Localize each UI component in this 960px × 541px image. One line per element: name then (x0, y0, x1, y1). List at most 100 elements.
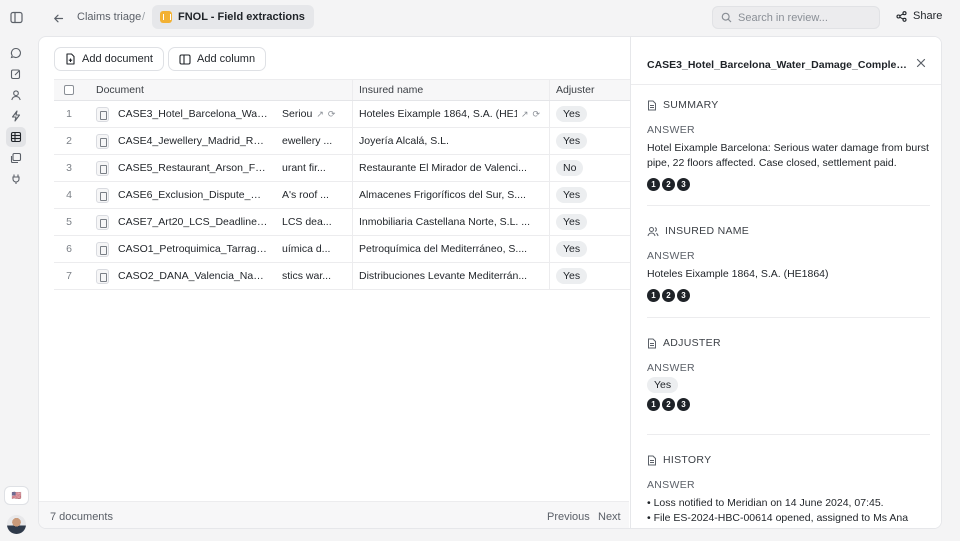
users-icon (647, 226, 659, 236)
row-number: 4 (66, 189, 72, 201)
row-number: 5 (66, 216, 72, 228)
summary-fragment: ewellery ... (282, 135, 333, 147)
sidebar-toggle-icon[interactable] (6, 7, 26, 27)
search-icon (721, 12, 732, 23)
chat-icon[interactable] (6, 43, 26, 63)
document-icon (96, 133, 109, 149)
summary-fragment: LCS dea... (282, 216, 332, 228)
plug-icon[interactable] (6, 169, 26, 189)
citations: 1 2 3 (647, 289, 930, 302)
table-row[interactable]: 3 CASE5_Restaurant_Arson_Fra... urant fi… (54, 155, 630, 182)
review-panel: Add document Add column Document Insured… (38, 36, 942, 529)
citation-2[interactable]: 2 (662, 289, 675, 302)
close-icon[interactable] (916, 58, 926, 71)
select-all-checkbox[interactable] (54, 80, 84, 100)
refresh-icon: ⟳ (327, 108, 336, 119)
adjuster-cell[interactable]: Yes (556, 263, 630, 289)
insured-name-cell[interactable]: Restaurante El Mirador de Valenci... (359, 155, 549, 181)
adjuster-cell[interactable]: Yes (556, 128, 630, 154)
document-name: CASE7_Art20_LCS_Deadline_Tr... (118, 216, 268, 228)
workflow-icon[interactable] (6, 106, 26, 126)
insured-name-cell[interactable]: Almacenes Frigoríficos del Sur, S.... (359, 182, 549, 208)
column-header-adjuster[interactable]: Adjuster (556, 80, 630, 100)
adjuster-cell[interactable]: Yes (556, 209, 630, 235)
adjuster-value: Yes (556, 214, 588, 230)
avatar[interactable] (7, 515, 26, 534)
summary-fragment: Seriou ↗ ⟳ (282, 108, 336, 120)
share-button[interactable]: Share (896, 10, 942, 22)
add-column-button[interactable]: Add column (168, 47, 267, 71)
language-flag-icon[interactable]: 🇺🇸 (4, 486, 29, 505)
summary-fragment: urant fir... (282, 162, 326, 174)
table-row[interactable]: 5 CASE7_Art20_LCS_Deadline_Tr... LCS dea… (54, 209, 630, 236)
history-section: HISTORY ANSWER • Loss notified to Meridi… (647, 454, 930, 528)
search-input[interactable] (738, 11, 868, 24)
edit-icon[interactable] (6, 64, 26, 84)
previous-page-button[interactable]: Previous (547, 511, 590, 523)
insured-name-cell[interactable]: Joyería Alcalá, S.L. (359, 128, 549, 154)
document-icon (648, 100, 656, 110)
insured-name-cell[interactable]: Distribuciones Levante Mediterrán... (359, 263, 549, 289)
adjuster-value: Yes (556, 241, 588, 257)
citation-1[interactable]: 1 (647, 178, 660, 191)
table-row[interactable]: 4 CASE6_Exclusion_Dispute_Gra... A's roo… (54, 182, 630, 209)
table-row[interactable]: 1 CASE3_Hotel_Barcelona_Wate... Seriou ↗ ⟳… (54, 101, 630, 128)
adjuster-section: ADJUSTER ANSWER Yes 1 2 3 (647, 337, 930, 411)
citation-1[interactable]: 1 (647, 398, 660, 411)
user-icon[interactable] (6, 85, 26, 105)
document-name: CASE3_Hotel_Barcelona_Wate... (118, 108, 268, 120)
summary-section: SUMMARY ANSWER Hotel Eixample Barcelona:… (647, 99, 930, 191)
document-icon (96, 106, 109, 122)
answer-label: ANSWER (647, 479, 695, 491)
document-name: CASE6_Exclusion_Dispute_Gra... (118, 189, 268, 201)
adjuster-cell[interactable]: No (556, 155, 630, 181)
history-heading: HISTORY (663, 454, 712, 466)
column-header-insured-name[interactable]: Insured name (359, 80, 549, 100)
detail-panel-title: CASE3_Hotel_Barcelona_Water_Damage_Compl… (647, 59, 909, 71)
answer-label: ANSWER (647, 362, 695, 374)
insured-name-cell[interactable]: Petroquímica del Mediterráneo, S.... (359, 236, 549, 262)
summary-fragment: A's roof ... (282, 189, 329, 201)
open-link-icon: ↗ (316, 108, 324, 119)
citation-2[interactable]: 2 (662, 178, 675, 191)
column-header-document[interactable]: Document (96, 80, 336, 100)
summary-heading: SUMMARY (663, 99, 719, 111)
table-icon[interactable] (6, 127, 26, 147)
document-icon (96, 268, 109, 284)
next-page-button[interactable]: Next (598, 511, 621, 523)
back-arrow-icon[interactable] (49, 9, 67, 27)
row-number: 3 (66, 162, 72, 174)
breadcrumb-current[interactable]: FNOL - Field extractions (152, 5, 314, 29)
citation-2[interactable]: 2 (662, 398, 675, 411)
summary-fragment: uímica d... (282, 243, 331, 255)
search-box[interactable] (712, 6, 880, 29)
breadcrumb-current-label: FNOL - Field extractions (178, 11, 305, 23)
share-label: Share (913, 10, 943, 22)
row-number: 6 (66, 243, 72, 255)
add-document-button[interactable]: Add document (54, 47, 164, 71)
citation-3[interactable]: 3 (677, 178, 690, 191)
table-row[interactable]: 7 CASO2_DANA_Valencia_Nave_... stics war… (54, 263, 630, 290)
adjuster-cell[interactable]: Yes (556, 236, 630, 262)
table-row[interactable]: 2 CASE4_Jewellery_Madrid_Rob... ewellery… (54, 128, 630, 155)
adjuster-value: Yes (556, 133, 588, 149)
citation-3[interactable]: 3 (677, 398, 690, 411)
adjuster-cell[interactable]: Yes (556, 182, 630, 208)
summary-answer: Hotel Eixample Barcelona: Serious water … (647, 142, 929, 169)
left-rail: 🇺🇸 (0, 0, 33, 541)
citation-1[interactable]: 1 (647, 289, 660, 302)
adjuster-cell[interactable]: Yes (556, 101, 630, 127)
share-icon (896, 10, 907, 22)
insured-name-cell[interactable]: Hoteles Eixample 1864, S.A. (HE1 ↗ ⟳ (359, 101, 549, 127)
library-icon[interactable] (6, 148, 26, 168)
document-icon (648, 338, 656, 348)
row-number: 1 (66, 108, 72, 120)
history-line-1: • Loss notified to Meridian on 14 June 2… (647, 497, 884, 509)
open-link-icon: ↗ (521, 108, 529, 119)
insured-name-cell[interactable]: Inmobiliaria Castellana Norte, S.L. ... (359, 209, 549, 235)
breadcrumb-parent[interactable]: Claims triage (77, 11, 141, 23)
add-column-label: Add column (197, 53, 256, 65)
citation-3[interactable]: 3 (677, 289, 690, 302)
review-table-icon (160, 11, 172, 23)
table-row[interactable]: 6 CASO1_Petroquimica_Tarrago... uímica d… (54, 236, 630, 263)
